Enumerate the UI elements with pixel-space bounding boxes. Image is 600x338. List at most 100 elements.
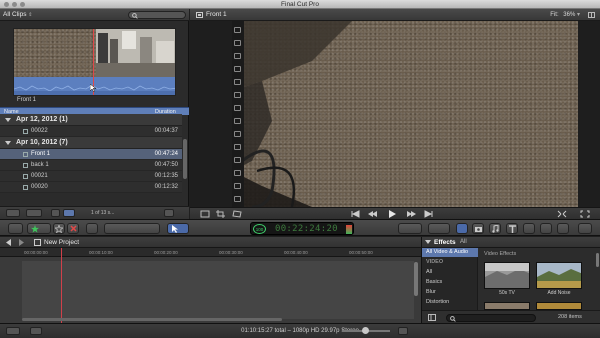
dropdown-arrow-icon: ⇕: [28, 12, 33, 18]
keyword-button[interactable]: [86, 223, 98, 234]
browser-search-field[interactable]: [128, 11, 186, 19]
transform-icon[interactable]: [200, 210, 210, 218]
zoom-slider-knob[interactable]: [362, 327, 369, 334]
audio-meter[interactable]: [346, 225, 352, 234]
category-all-video-audio[interactable]: All Video & Audio: [422, 248, 478, 257]
chevron-down-icon: ▾: [576, 12, 580, 18]
titles-browser-button[interactable]: [506, 223, 518, 234]
effects-footer: 208 items: [422, 310, 600, 323]
effect-thumbnail-50s-tv[interactable]: [484, 262, 530, 289]
music-icon: [492, 225, 499, 233]
viewer-settings-icon[interactable]: [588, 12, 595, 18]
effect-thumbnail[interactable]: [484, 302, 530, 310]
skip-back-icon[interactable]: [350, 210, 360, 218]
info-button[interactable]: [578, 223, 592, 234]
effects-scrollbar[interactable]: [596, 253, 599, 267]
category-blur[interactable]: Blur: [422, 288, 478, 297]
clip-filter-dropdown[interactable]: All Clips ⇕: [3, 10, 33, 20]
edit-buttons-group[interactable]: [104, 223, 160, 234]
step-forward-icon[interactable]: [406, 210, 416, 218]
triangle-down-icon[interactable]: [5, 117, 11, 123]
clip-row-selected[interactable]: Front 1 00:47:24: [0, 149, 182, 160]
clip-filter-label: All Clips: [3, 11, 27, 18]
effect-thumbnail-add-noise[interactable]: [536, 262, 582, 289]
playhead[interactable]: [61, 248, 62, 323]
reject-button[interactable]: [67, 223, 79, 234]
generators-browser-button[interactable]: [523, 223, 535, 234]
timeline-area[interactable]: [0, 257, 421, 323]
search-icon: [450, 316, 456, 322]
event-browser: All Clips ⇕ Front 1 Name Duration Apr 12…: [0, 9, 189, 219]
clip-row[interactable]: 00022 00:04:37: [0, 126, 182, 137]
triangle-down-icon[interactable]: [425, 239, 431, 245]
viewer-zoom-menu[interactable]: Fit: 36% ▾: [550, 9, 580, 21]
effects-search-field[interactable]: [446, 314, 536, 322]
effects-section-title: Video Effects: [484, 251, 517, 257]
ruler-tick: 00:00:30:00: [219, 250, 243, 255]
list-view-button[interactable]: [63, 209, 75, 217]
sidebar-toggle-icon[interactable]: [428, 314, 436, 321]
collapse-icon[interactable]: [557, 210, 567, 218]
enhancements-menu-button[interactable]: [398, 223, 422, 234]
event-group-label: Apr 10, 2012 (7): [16, 139, 68, 146]
clip-appearance-button[interactable]: [398, 327, 408, 335]
category-basics[interactable]: Basics: [422, 278, 478, 287]
clip-icon: [23, 185, 28, 190]
clip-height-button[interactable]: [164, 209, 174, 217]
retime-menu-button[interactable]: [428, 223, 450, 234]
unrate-button[interactable]: [53, 223, 65, 234]
clip-duration: 00:12:35: [154, 173, 178, 179]
background-render-indicator[interactable]: 100: [253, 224, 266, 234]
primary-storyline[interactable]: [22, 261, 414, 319]
arrow-left-icon[interactable]: [6, 239, 12, 246]
transitions-browser-button[interactable]: [557, 223, 569, 234]
filmstrip-view-button[interactable]: [51, 209, 60, 217]
keyword-menu-button[interactable]: [27, 223, 51, 234]
video-frame: [232, 21, 578, 207]
category-header-video: VIDEO: [426, 259, 444, 265]
triangle-down-icon[interactable]: [5, 140, 11, 146]
clip-row[interactable]: 00021 00:12:35: [0, 171, 182, 182]
effect-label: Add Noise: [547, 290, 571, 296]
filmstrip-frame: [96, 29, 175, 77]
reject-x-icon: [70, 225, 77, 232]
ruler-tick: 00:00:20:00: [154, 250, 178, 255]
clip-name: Front 1: [31, 151, 51, 157]
fullscreen-icon[interactable]: [580, 210, 590, 218]
clip-row[interactable]: 00020 00:12:32: [0, 182, 182, 193]
category-distortion[interactable]: Distortion: [422, 298, 478, 307]
clip-name: 00021: [31, 173, 48, 179]
themes-browser-button[interactable]: [540, 223, 552, 234]
clip-icon: [23, 129, 28, 134]
clip-name: 00022: [31, 128, 48, 134]
pointer-tool-button[interactable]: [167, 223, 189, 234]
distort-icon[interactable]: [232, 210, 242, 218]
step-back-icon[interactable]: [368, 210, 378, 218]
window-title: Final Cut Pro: [281, 1, 319, 8]
timeline-horizontal-scrollbar[interactable]: [22, 318, 282, 321]
effect-thumbnail[interactable]: [536, 302, 582, 310]
skip-forward-icon[interactable]: [424, 210, 434, 218]
clip-row[interactable]: back 1 00:47:50: [0, 160, 182, 171]
timecode-display: 00:22:24:20: [275, 224, 338, 234]
list-scrollbar[interactable]: [183, 139, 187, 179]
dashboard-timecode[interactable]: 100 00:22:24:20: [250, 222, 354, 235]
crop-icon[interactable]: [216, 210, 226, 218]
timeline-vertical-scrollbar[interactable]: [414, 262, 418, 296]
viewer-film-icon: [196, 12, 203, 18]
inspector-button[interactable]: [456, 223, 468, 234]
music-browser-button[interactable]: [489, 223, 501, 234]
import-button[interactable]: [8, 223, 23, 234]
window-title-bar: Final Cut Pro: [0, 0, 600, 9]
photo-browser-button[interactable]: [472, 223, 484, 234]
arrow-right-icon[interactable]: [18, 239, 24, 246]
event-library-button[interactable]: [6, 209, 20, 217]
timeline-ruler[interactable]: 00:00:00:00 00:00:10:00 00:00:20:00 00:0…: [0, 248, 421, 257]
event-group-row[interactable]: Apr 12, 2012 (1): [0, 114, 182, 126]
main-toolbar: 100 00:22:24:20: [0, 219, 600, 236]
event-group-row[interactable]: Apr 10, 2012 (7): [0, 137, 182, 149]
effects-all-filter[interactable]: All: [460, 237, 467, 248]
action-menu-button[interactable]: [26, 209, 42, 217]
category-all[interactable]: All: [422, 268, 478, 277]
play-icon[interactable]: [387, 210, 397, 218]
